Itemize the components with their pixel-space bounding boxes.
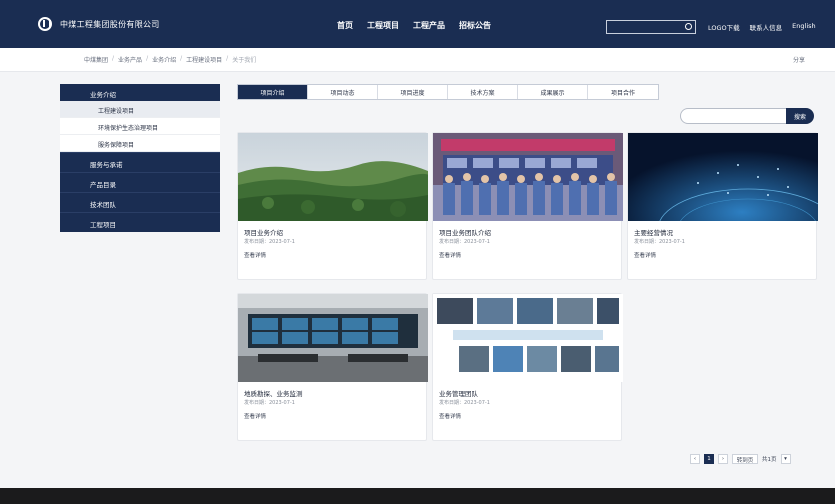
sidebar-sub-construction[interactable]: 工程建设项目 [60, 101, 220, 118]
tab-news[interactable]: 项目动态 [308, 85, 378, 99]
card-title[interactable]: 项目业务团队介绍 [439, 227, 491, 237]
card-image-globe[interactable] [628, 133, 818, 221]
card-image-forest[interactable] [238, 133, 428, 221]
sidebar-item-commitment[interactable]: 服务与承诺 [60, 152, 220, 172]
project-card[interactable]: 主要经营情况 发布日期：2023-07-1 查看详情 [627, 132, 818, 280]
card-meta: 发布日期：2023-07-1 [439, 239, 490, 245]
category-tabs: 项目介绍 项目动态 项目进度 技术方案 成果展示 项目合作 [237, 84, 659, 100]
breadcrumb-item[interactable]: 业务介绍 [152, 55, 176, 64]
search-icon[interactable] [685, 23, 692, 30]
sidebar-head[interactable]: 业务介绍 [60, 84, 220, 101]
project-card[interactable]: 地质勘探、业务监测 发布日期：2023-07-1 查看详情 [237, 293, 428, 441]
logo-download-link[interactable]: LOGO下载 [708, 22, 740, 32]
project-card[interactable]: 业务管理团队 发布日期：2023-07-1 查看详情 [432, 293, 623, 441]
contact-link[interactable]: 联系人信息 [750, 22, 783, 32]
card-title[interactable]: 业务管理团队 [439, 388, 478, 398]
breadcrumb: 中煤集团 / 业务产品 / 业务介绍 / 工程建设项目 / 关于我们 [84, 55, 256, 64]
card-title[interactable]: 地质勘探、业务监测 [244, 388, 303, 398]
page-number[interactable]: 1 [704, 454, 714, 464]
page-size-select[interactable]: ▾ [780, 454, 791, 464]
tab-cooperation[interactable]: 项目合作 [588, 85, 658, 99]
tab-results[interactable]: 成果展示 [518, 85, 588, 99]
company-name: 中煤工程集团股份有限公司 [60, 19, 160, 29]
pagination: ‹ 1 › 转到页 共1页 ▾ [690, 454, 791, 464]
card-more-link[interactable]: 查看详情 [244, 412, 266, 420]
tab-tech[interactable]: 技术方案 [448, 85, 518, 99]
breadcrumb-separator: / [146, 55, 149, 62]
breadcrumb-separator: / [226, 55, 229, 62]
next-page-button[interactable]: › [718, 454, 728, 464]
content-search-button[interactable]: 搜索 [786, 108, 814, 124]
company-logo[interactable]: 中煤工程集团股份有限公司 [38, 17, 160, 31]
tab-progress[interactable]: 项目进度 [378, 85, 448, 99]
tab-intro[interactable]: 项目介绍 [238, 85, 308, 99]
card-more-link[interactable]: 查看详情 [439, 251, 461, 259]
nav-item-projects[interactable]: 工程项目 [367, 20, 399, 31]
content-search-input[interactable] [680, 108, 792, 124]
top-header: 中煤工程集团股份有限公司 首页 工程项目 工程产品 招标公告 LOGO下载 联系… [0, 0, 835, 48]
sidebar-item-catalog[interactable]: 产品目录 [60, 172, 220, 192]
sidebar-sub-environment[interactable]: 环境保护生态治理项目 [60, 118, 220, 135]
breadcrumb-separator: / [112, 55, 115, 62]
card-meta: 发布日期：2023-07-1 [634, 239, 685, 245]
sidebar-item-projects[interactable]: 工程项目 [60, 212, 220, 232]
card-more-link[interactable]: 查看详情 [634, 251, 656, 259]
card-meta: 发布日期：2023-07-1 [439, 400, 490, 406]
prev-page-button[interactable]: ‹ [690, 454, 700, 464]
sidebar: 业务介绍 工程建设项目 环境保护生态治理项目 服务保障项目 服务与承诺 产品目录… [60, 84, 220, 232]
breadcrumb-current: 关于我们 [232, 57, 257, 64]
header-search-input[interactable] [606, 20, 696, 34]
logo-icon [38, 17, 52, 31]
goto-page-input[interactable]: 转到页 [732, 454, 758, 464]
sidebar-item-team[interactable]: 技术团队 [60, 192, 220, 212]
total-pages: 共1页 [762, 457, 777, 463]
project-card[interactable]: 项目业务介绍 发布日期：2023-07-1 查看详情 [237, 132, 428, 280]
footer [0, 488, 835, 504]
sidebar-sub-service[interactable]: 服务保障项目 [60, 135, 220, 152]
card-title[interactable]: 项目业务介绍 [244, 227, 283, 237]
main-nav: 首页 工程项目 工程产品 招标公告 [337, 20, 491, 31]
card-meta: 发布日期：2023-07-1 [244, 239, 295, 245]
card-title[interactable]: 主要经营情况 [634, 227, 673, 237]
card-more-link[interactable]: 查看详情 [244, 251, 266, 259]
breadcrumb-separator: / [180, 55, 183, 62]
breadcrumb-item[interactable]: 业务产品 [118, 55, 142, 64]
nav-item-home[interactable]: 首页 [337, 20, 353, 31]
header-links: LOGO下载 联系人信息 English [708, 22, 816, 32]
card-image-team[interactable] [433, 133, 623, 221]
breadcrumb-bar: 中煤集团 / 业务产品 / 业务介绍 / 工程建设项目 / 关于我们 分享 [0, 48, 835, 72]
share-link[interactable]: 分享 [793, 55, 805, 64]
card-image-control-room[interactable] [238, 294, 428, 382]
breadcrumb-item[interactable]: 中煤集团 [84, 55, 108, 64]
breadcrumb-item[interactable]: 工程建设项目 [186, 55, 222, 64]
card-more-link[interactable]: 查看详情 [439, 412, 461, 420]
nav-item-bidding[interactable]: 招标公告 [459, 20, 491, 31]
nav-item-products[interactable]: 工程产品 [413, 20, 445, 31]
english-link[interactable]: English [792, 22, 815, 32]
card-image-collage[interactable] [433, 294, 623, 382]
page: 中煤工程集团股份有限公司 首页 工程项目 工程产品 招标公告 LOGO下载 联系… [0, 0, 835, 504]
project-card[interactable]: 项目业务团队介绍 发布日期：2023-07-1 查看详情 [432, 132, 623, 280]
card-meta: 发布日期：2023-07-1 [244, 400, 295, 406]
content-search: 搜索 [680, 108, 814, 124]
